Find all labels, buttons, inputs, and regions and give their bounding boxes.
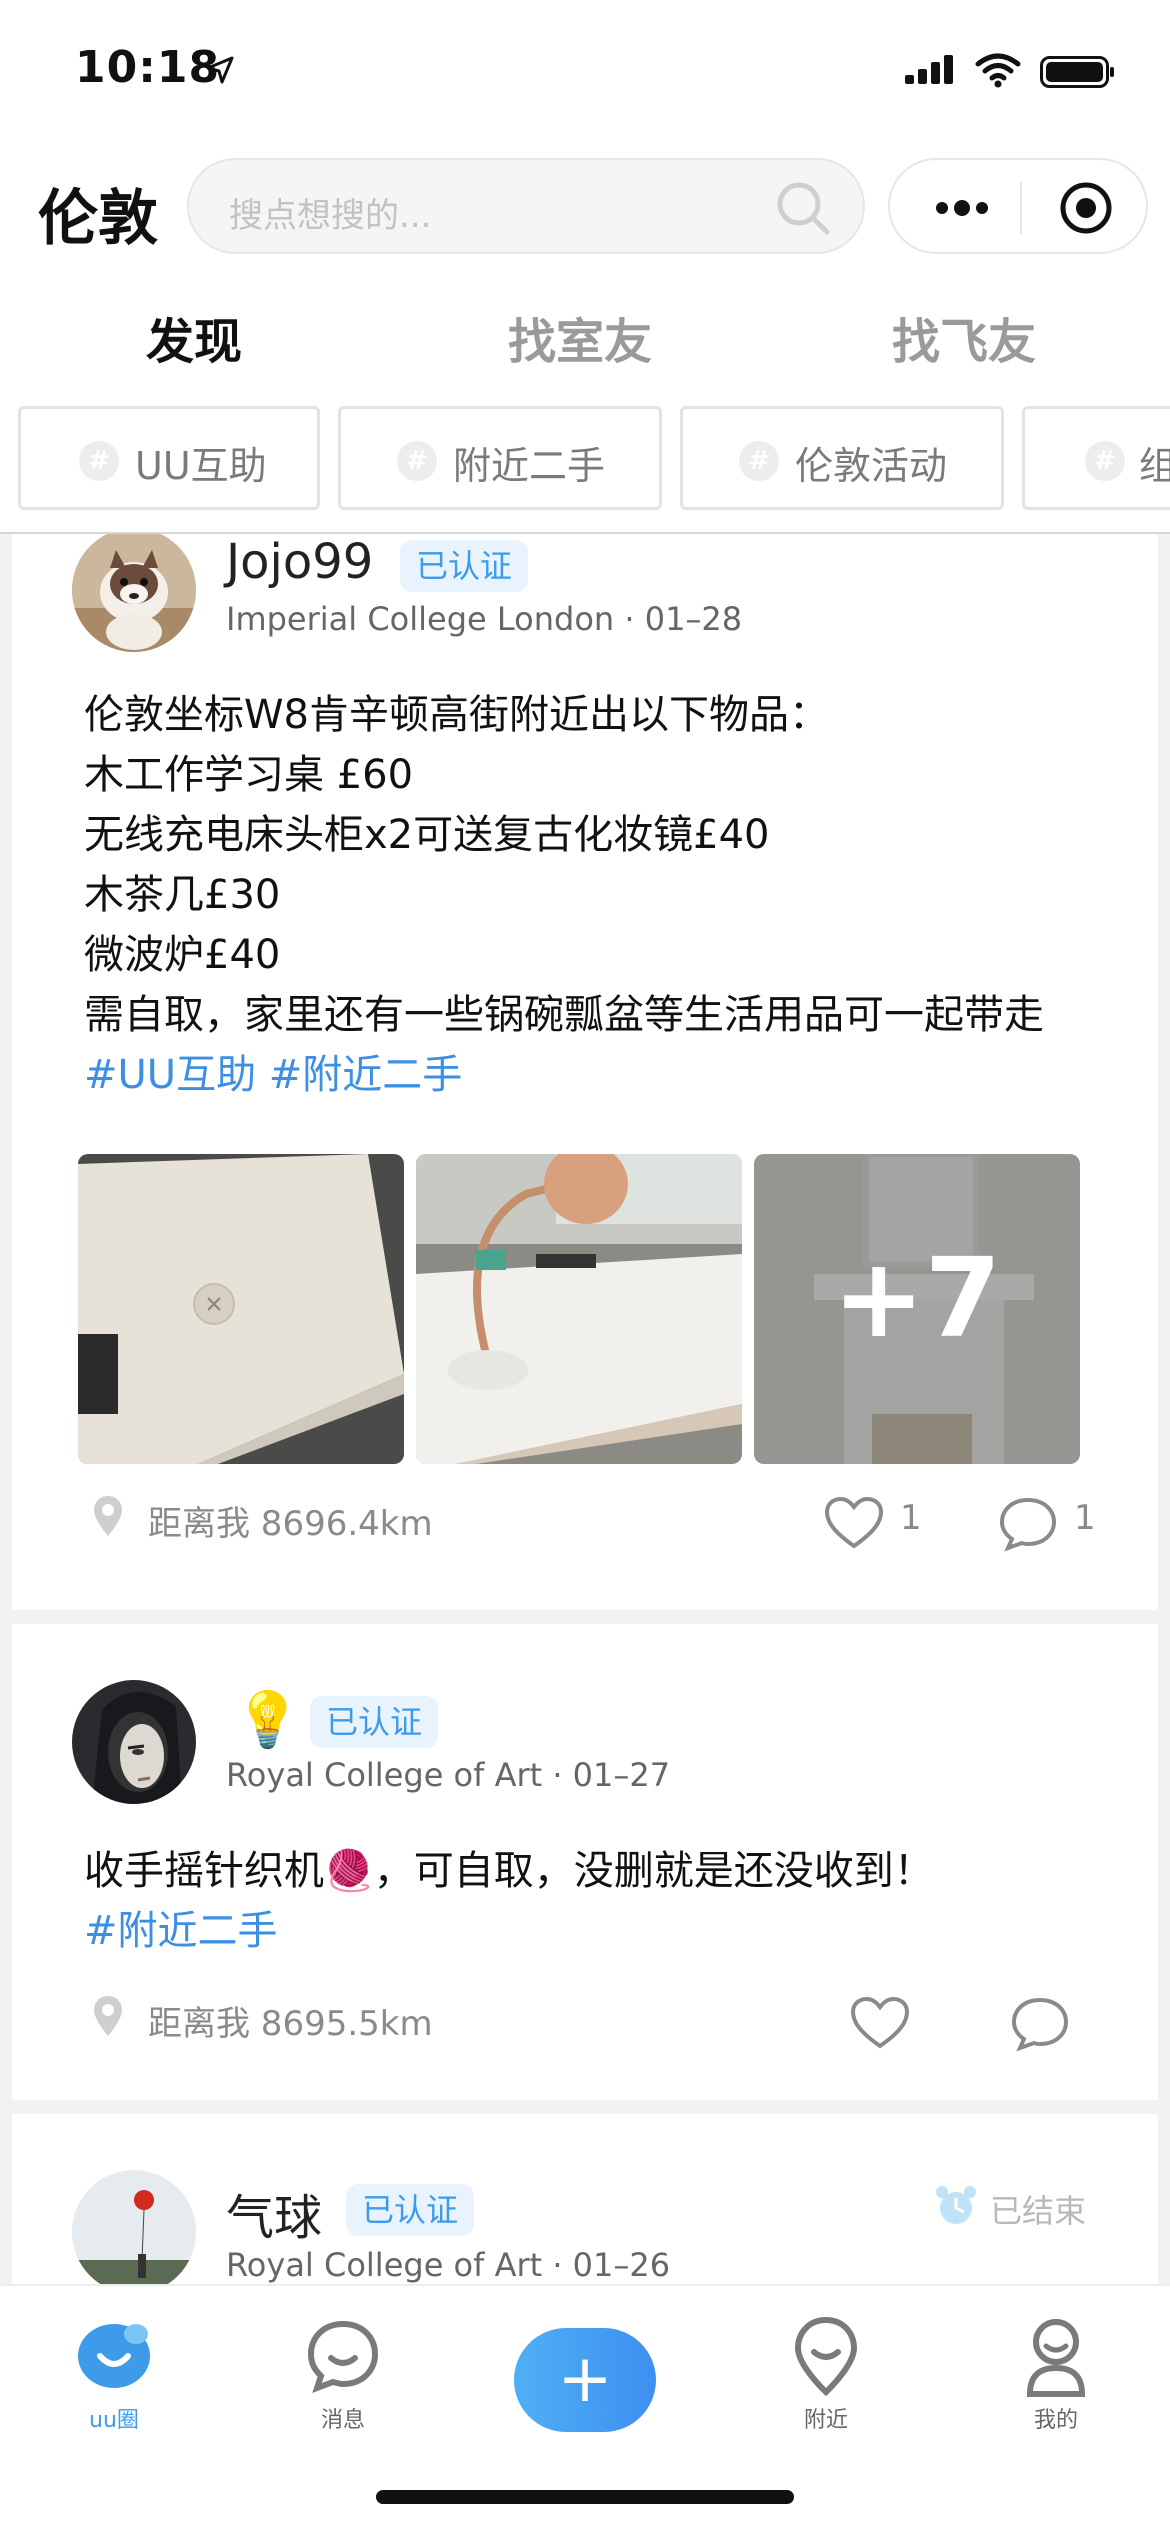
nav-messages[interactable]: 消息	[283, 2306, 403, 2433]
uu-circle-icon	[78, 2324, 150, 2388]
balloon-avatar-image	[72, 2170, 196, 2284]
verified-badge: 已认证	[310, 1696, 439, 1748]
post-text-line: 伦敦坐标W8肯辛顿高街附近出以下物品：	[84, 692, 829, 738]
status-time: 10:18	[75, 42, 221, 93]
alarm-clock-icon	[936, 2186, 976, 2224]
chip-label: UU互助	[135, 444, 267, 488]
post-text-line: 木工作学习桌 £60	[84, 752, 414, 798]
post-tags[interactable]: #附近二手	[84, 1898, 278, 1956]
nav-label: 我的	[1033, 2408, 1078, 2433]
hash-icon: #	[79, 441, 119, 481]
post-card[interactable]: 气球 已认证 Royal College of Art · 01–26 已结束	[12, 2114, 1158, 2284]
tab-find-flight-mate[interactable]: 找飞友	[892, 302, 1036, 372]
like-heart-icon[interactable]	[824, 1496, 884, 1550]
post-text-line: 木茶几£30	[84, 872, 281, 918]
like-heart-icon[interactable]	[850, 1996, 910, 2050]
chip-label: 附近二手	[453, 444, 606, 488]
post-meta: Imperial College London · 01–28	[226, 600, 743, 638]
chip-uu-help[interactable]: # UU互助	[18, 406, 320, 510]
like-count: 1	[900, 1498, 922, 1538]
post-card[interactable]: Jojo99 已认证 Imperial College London · 01–…	[12, 534, 1158, 1610]
post-text-line: 无线充电床头柜x2可送复古化妆镜£40	[84, 812, 770, 858]
battery-icon	[1040, 56, 1114, 88]
topic-chips-row: # UU互助 # 附近二手 # 伦敦活动 # 组	[0, 402, 1170, 532]
capsule-divider	[1020, 182, 1022, 234]
city-title[interactable]: 伦敦	[38, 170, 158, 257]
nav-label: 消息	[320, 2408, 365, 2433]
avatar[interactable]	[72, 534, 196, 652]
post-image[interactable]	[416, 1154, 742, 1464]
post-status: 已结束	[990, 2192, 1087, 2230]
post-username[interactable]: 气球	[226, 2178, 322, 2248]
hash-icon: #	[1085, 441, 1125, 481]
post-distance: 距离我 8695.5km	[148, 2004, 433, 2044]
nav-nearby[interactable]: 附近	[766, 2306, 886, 2433]
post-text-line: 需自取，家里还有一些锅碗瓢盆等生活用品可一起带走	[84, 992, 1044, 1038]
chip-group[interactable]: # 组	[1022, 406, 1170, 510]
post-meta: Royal College of Art · 01–27	[226, 1756, 671, 1794]
comment-bubble-icon[interactable]	[1010, 1996, 1070, 2052]
plus-icon: +	[557, 2340, 613, 2417]
close-target-icon[interactable]	[1058, 180, 1114, 236]
nav-label: uu圈	[89, 2408, 139, 2433]
location-pin-icon	[94, 1996, 122, 2036]
avatar[interactable]	[72, 1680, 196, 1804]
post-distance: 距离我 8696.4km	[148, 1504, 433, 1544]
post-card[interactable]: 💡 已认证 Royal College of Art · 01–27 收手摇针织…	[12, 1624, 1158, 2100]
post-text-line: 微波炉£40	[84, 932, 281, 978]
location-arrow-icon	[206, 56, 234, 84]
anime-portrait-avatar-image	[72, 1680, 196, 1804]
message-icon	[307, 2320, 379, 2394]
comment-count: 1	[1074, 1498, 1096, 1538]
status-bar: 10:18	[0, 0, 1170, 150]
hash-icon: #	[397, 441, 437, 481]
search-placeholder: 搜点想搜的...	[229, 196, 432, 236]
hash-icon: #	[739, 441, 779, 481]
avatar[interactable]	[72, 2170, 196, 2284]
post-meta: Royal College of Art · 01–26	[226, 2246, 671, 2284]
more-images-count: +7	[832, 1234, 1002, 1362]
chip-nearby-secondhand[interactable]: # 附近二手	[338, 406, 662, 510]
post-feed[interactable]: Jojo99 已认证 Imperial College London · 01–…	[0, 534, 1170, 2284]
tab-discover[interactable]: 发现	[146, 302, 242, 372]
cellular-signal-icon	[905, 55, 953, 84]
desk-photo	[78, 1154, 404, 1464]
plush-dog-avatar-image	[72, 534, 196, 652]
search-input[interactable]: 搜点想搜的...	[187, 158, 865, 254]
post-username[interactable]: 💡	[234, 1688, 301, 1752]
comment-bubble-icon[interactable]	[998, 1496, 1058, 1552]
wifi-icon	[975, 53, 1021, 88]
post-image[interactable]	[78, 1154, 404, 1464]
post-username[interactable]: Jojo99	[226, 534, 373, 590]
post-image[interactable]: +7	[754, 1154, 1080, 1464]
post-tags[interactable]: #UU互助 #附近二手	[84, 1042, 462, 1100]
tab-find-roommate[interactable]: 找室友	[508, 302, 652, 372]
location-pin-icon	[94, 1496, 122, 1536]
desk-lamp-photo	[416, 1154, 742, 1464]
search-icon	[777, 182, 830, 235]
nav-label: 附近	[803, 2408, 848, 2433]
nearby-pin-icon	[794, 2316, 858, 2397]
nav-uu-circle[interactable]: uu圈	[54, 2306, 174, 2433]
nav-me[interactable]: 我的	[996, 2306, 1116, 2433]
more-icon[interactable]	[930, 182, 994, 234]
miniprogram-capsule	[888, 158, 1148, 254]
profile-icon	[1026, 2319, 1086, 2397]
home-indicator[interactable]	[376, 2490, 794, 2504]
chip-label: 伦敦活动	[795, 444, 948, 488]
chip-label: 组	[1139, 444, 1170, 488]
verified-badge: 已认证	[400, 540, 529, 592]
create-post-button[interactable]: +	[514, 2328, 656, 2432]
verified-badge: 已认证	[346, 2184, 475, 2236]
chip-london-events[interactable]: # 伦敦活动	[680, 406, 1004, 510]
post-text-line: 收手摇针织机🧶，可自取，没删就是还没收到！	[84, 1848, 934, 1894]
